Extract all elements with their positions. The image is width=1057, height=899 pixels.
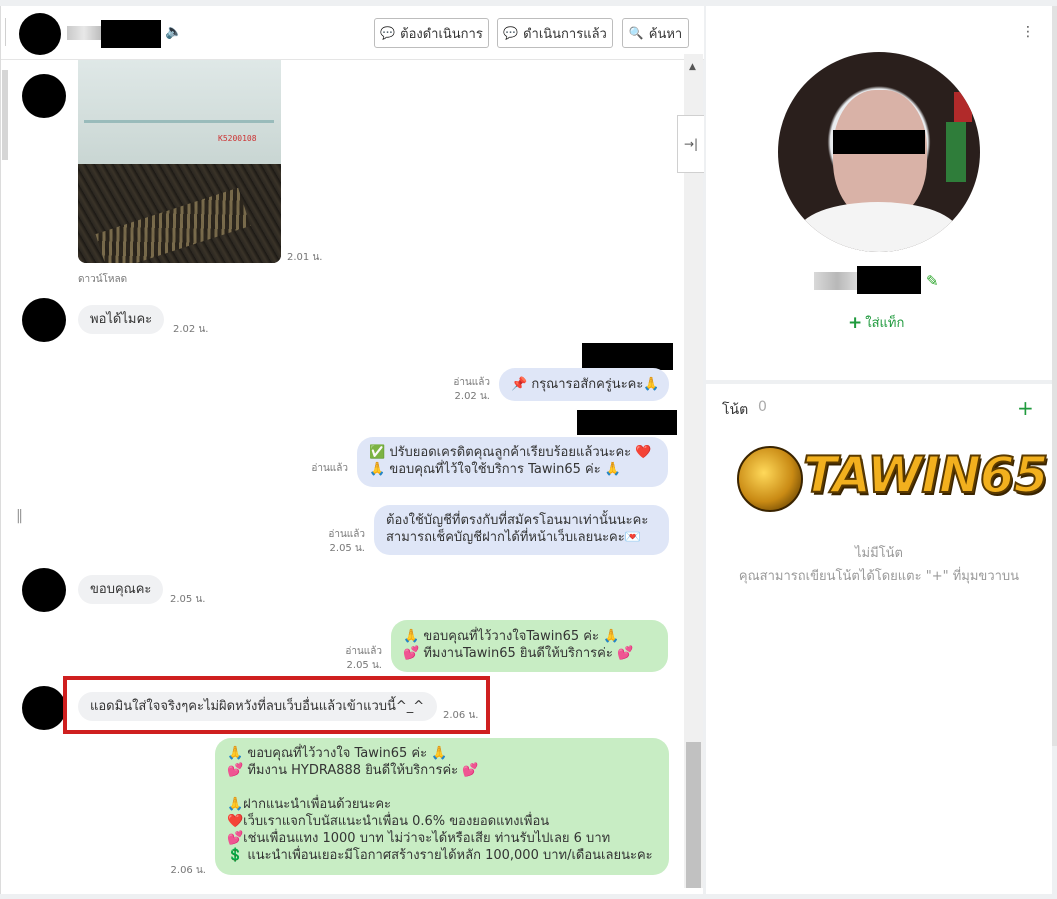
needs-action-button[interactable]: 💬 ต้องดำเนินการ	[374, 18, 489, 48]
empty-notes-hint: คุณสามารถเขียนโน้ตได้โดยแตะ "+" ที่มุมขว…	[738, 569, 1020, 584]
speech-bubble-icon: 💬	[503, 26, 519, 40]
app-window: 🔈 💬 ต้องดำเนินการ 💬 ดำเนินการแล้ว 🔍 ค้นห…	[0, 0, 1057, 899]
search-label: ค้นหา	[648, 26, 683, 42]
search-icon: 🔍	[628, 26, 644, 40]
read-receipt: อ่านแล้ว	[453, 377, 490, 388]
photo-bg-green	[946, 122, 966, 182]
message-time: 2.05 น.	[329, 543, 365, 554]
incoming-message[interactable]: พอได้ไมคะ	[78, 305, 165, 334]
message-text: พอได้ไมคะ	[90, 312, 153, 327]
message-text-line: ต้องใช้บัญชีที่ตรงกับที่สมัครโอนมาเท่านั…	[386, 513, 649, 528]
add-note-plus-icon[interactable]: +	[1017, 396, 1034, 420]
resize-handle-icon[interactable]: ‖	[16, 508, 23, 524]
search-button[interactable]: 🔍 ค้นหา	[622, 18, 689, 48]
speaker-icon[interactable]: 🔈	[165, 24, 182, 40]
message-text-line: 💕 ทีมงาน HYDRA888 ยินดีให้บริการค่ะ 💕	[227, 763, 479, 778]
contact-name-redacted	[101, 20, 161, 48]
sender-avatar[interactable]	[22, 568, 66, 612]
notes-title: โน้ต	[722, 402, 749, 418]
receipt-line	[84, 120, 274, 123]
message-text-line: ❤️เว็บเราแจกโบนัสแนะนำเพื่อน 0.6% ของยอด…	[227, 814, 550, 829]
speech-bubble-icon: 💬	[380, 26, 396, 40]
message-text-line: 💕เช่นเพื่อนแทง 1000 บาท ไม่ว่าจะได้หรือเ…	[227, 831, 611, 846]
read-receipt: อ่านแล้ว	[311, 463, 348, 474]
outgoing-message[interactable]: ต้องใช้บัญชีที่ตรงกับที่สมัครโอนมาเท่านั…	[374, 505, 669, 555]
chat-header: 🔈 💬 ต้องดำเนินการ 💬 ดำเนินการแล้ว 🔍 ค้นห…	[1, 6, 704, 60]
right-scrollbar[interactable]	[1052, 6, 1057, 746]
sender-avatar[interactable]	[22, 686, 66, 730]
scroll-up-arrow-icon[interactable]: ▲	[689, 62, 696, 72]
contact-avatar[interactable]	[19, 13, 61, 55]
contact-name-blurred	[67, 26, 101, 40]
photo-bg-red	[954, 92, 972, 122]
profile-name-blurred	[814, 272, 860, 290]
message-time: 2.05 น.	[170, 594, 206, 605]
notes-count: 0	[758, 399, 767, 415]
receipt-number: K5200108	[218, 134, 257, 143]
sender-avatar[interactable]	[22, 298, 66, 342]
done-label: ดำเนินการแล้ว	[523, 26, 607, 42]
collapse-panel-button[interactable]: →|	[677, 115, 704, 173]
empty-notes-title: ไม่มีโน้ต	[855, 546, 903, 561]
done-button[interactable]: 💬 ดำเนินการแล้ว	[497, 18, 613, 48]
message-text-line: 🙏 ขอบคุณที่ไว้ใจใช้บริการ Tawin65 ค่ะ 🙏	[369, 462, 621, 477]
read-receipt: อ่านแล้ว	[345, 646, 382, 657]
chat-scroll-thumb[interactable]	[686, 742, 701, 888]
outgoing-message[interactable]: ✅ ปรับยอดเครดิตคุณลูกค้าเรียบร้อยแล้วนะค…	[357, 437, 668, 487]
profile-name-redacted	[857, 266, 921, 294]
add-tag-button[interactable]: + ใส่แท็ก	[848, 312, 904, 333]
plus-icon: +	[848, 312, 863, 333]
collapse-arrow-icon: →|	[683, 137, 699, 151]
message-text-line: 🙏 ขอบคุณที่ไว้วางใจTawin65 ค่ะ 🙏	[403, 629, 620, 644]
incoming-message[interactable]: ขอบคุณคะ	[78, 575, 164, 604]
message-text-line: 🙏 ขอบคุณที่ไว้วางใจ Tawin65 ค่ะ 🙏	[227, 746, 448, 761]
more-options-icon[interactable]: ⋮	[1021, 24, 1035, 40]
outgoing-message[interactable]: 📌 กรุณารอสักครู่นะคะ🙏	[499, 368, 669, 401]
sender-name-redacted	[582, 343, 673, 370]
add-tag-label: ใส่แท็ก	[865, 316, 905, 331]
receipt-paper	[78, 60, 281, 164]
message-time: 2.05 น.	[346, 660, 382, 671]
message-text-line: 🙏ฝากแนะนำเพื่อนด้วยนะคะ	[227, 797, 392, 812]
sender-name-redacted	[577, 410, 677, 435]
dragon-emblem-logo	[737, 446, 803, 512]
photo-face	[833, 90, 927, 220]
needs-action-label: ต้องดำเนินการ	[400, 26, 483, 42]
outgoing-message[interactable]: 🙏 ขอบคุณที่ไว้วางใจ Tawin65 ค่ะ 🙏 💕 ทีมง…	[215, 738, 669, 875]
message-text-line: ✅ ปรับยอดเครดิตคุณลูกค้าเรียบร้อยแล้วนะค…	[369, 445, 652, 460]
image-message[interactable]: K5200108	[78, 60, 281, 263]
message-text: ขอบคุณคะ	[90, 582, 152, 597]
header-divider	[5, 18, 6, 46]
read-receipt: อ่านแล้ว	[328, 529, 365, 540]
highlight-box	[63, 676, 490, 734]
download-link[interactable]: ดาวน์โหลด	[78, 273, 127, 286]
message-time: 2.02 น.	[173, 324, 209, 335]
message-time: 2.01 น.	[287, 252, 323, 263]
profile-photo[interactable]	[778, 52, 980, 252]
message-time: 2.02 น.	[454, 391, 490, 402]
pencil-icon[interactable]: ✎	[926, 272, 939, 290]
message-text: 📌 กรุณารอสักครู่นะคะ🙏	[511, 377, 660, 392]
message-text-line: 💕 ทีมงานTawin65 ยินดีให้บริการค่ะ 💕	[403, 646, 634, 661]
eye-redaction-bar	[833, 130, 925, 154]
outgoing-message[interactable]: 🙏 ขอบคุณที่ไว้วางใจTawin65 ค่ะ 🙏 💕 ทีมงา…	[391, 620, 668, 672]
message-text-line: 💲 แนะนำเพื่อนเยอะมีโอกาศสร้างรายได้หลัก …	[227, 848, 653, 863]
message-time: 2.06 น.	[170, 865, 206, 876]
left-scroll-thumb[interactable]	[2, 70, 8, 160]
message-text-line: สามารถเช็คบัญชีฝากได้ที่หน้าเว็บเลยนะคะ💌	[386, 530, 641, 545]
sender-avatar[interactable]	[22, 74, 66, 118]
brand-logo-text: TAWIN65	[802, 445, 1049, 505]
